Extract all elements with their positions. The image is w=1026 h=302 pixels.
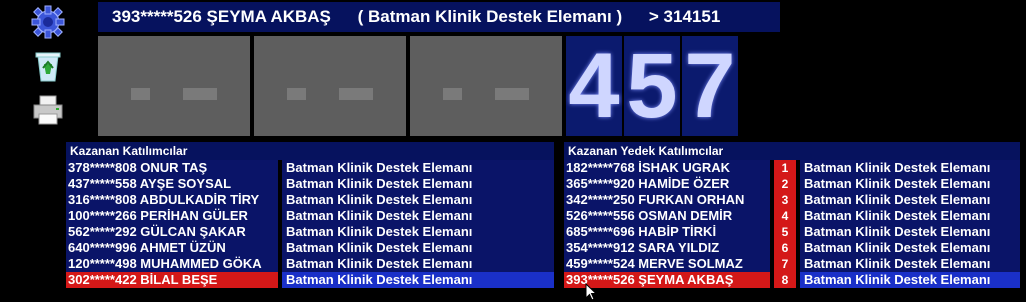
reserve-rank: 1 bbox=[774, 160, 796, 176]
participant-name: 182*****768 İSHAK UGRAK bbox=[564, 160, 770, 176]
table-row[interactable]: 562*****292 GÜLCAN ŞAKAR Batman Klinik De… bbox=[66, 224, 554, 240]
hidden-digit-box bbox=[462, 36, 562, 136]
participant-role: Batman Klinik Destek Elemanı bbox=[800, 224, 1020, 240]
hidden-digit-box bbox=[150, 36, 250, 136]
reserve-rank: 2 bbox=[774, 176, 796, 192]
reserve-rank: 6 bbox=[774, 240, 796, 256]
participant-name: 342*****250 FURKAN ORHAN bbox=[564, 192, 770, 208]
participant-role: Batman Klinik Destek Elemanı bbox=[800, 192, 1020, 208]
dash-placeholder bbox=[339, 88, 373, 100]
table-row[interactable]: 316*****808 ABDULKADİR TİRY Batman Klinik… bbox=[66, 192, 554, 208]
participant-name: 120*****498 MUHAMMED GÖKA bbox=[66, 256, 278, 272]
table-row[interactable]: 378*****808 ONUR TAŞ Batman Klinik Destek… bbox=[66, 160, 554, 176]
participant-role: Batman Klinik Destek Elemanı bbox=[800, 256, 1020, 272]
participant-role: Batman Klinik Destek Elemanı bbox=[800, 160, 1020, 176]
hidden-digit-box bbox=[306, 36, 406, 136]
reserves-panel: Kazanan Yedek Katılımcılar 182*****768 İ… bbox=[564, 142, 1020, 288]
winners-list: 378*****808 ONUR TAŞ Batman Klinik Destek… bbox=[66, 160, 554, 288]
current-winner-header: 393*****526 ŞEYMA AKBAŞ ( Batman Klinik … bbox=[98, 2, 780, 32]
participant-name: 378*****808 ONUR TAŞ bbox=[66, 160, 278, 176]
table-row[interactable]: 393*****526 ŞEYMA AKBAŞ 8 Batman Klinik De… bbox=[564, 272, 1020, 288]
participant-name: 562*****292 GÜLCAN ŞAKAR bbox=[66, 224, 278, 240]
table-row[interactable]: 640*****996 AHMET ÜZÜN Batman Klinik Dest… bbox=[66, 240, 554, 256]
participant-role: Batman Klinik Destek Elemanı bbox=[800, 176, 1020, 192]
participant-role: Batman Klinik Destek Elemanı bbox=[282, 160, 554, 176]
participant-name: 302*****422 BİLAL BEŞE bbox=[66, 272, 278, 288]
table-row[interactable]: 342*****250 FURKAN ORHAN 3 Batman Klinik D… bbox=[564, 192, 1020, 208]
table-row[interactable]: 354*****912 SARA YILDIZ 6 Batman Klinik De… bbox=[564, 240, 1020, 256]
winners-panel-title: Kazanan Katılımcılar bbox=[66, 142, 554, 160]
participant-role: Batman Klinik Destek Elemanı bbox=[800, 208, 1020, 224]
participant-name: 437*****558 AYŞE SOYSAL bbox=[66, 176, 278, 192]
table-row[interactable]: 120*****498 MUHAMMED GÖKA Batman Klinik D… bbox=[66, 256, 554, 272]
participant-name: 354*****912 SARA YILDIZ bbox=[564, 240, 770, 256]
drawn-digit: 7 bbox=[682, 36, 738, 136]
current-winner-name: 393*****526 ŞEYMA AKBAŞ bbox=[112, 7, 331, 26]
participant-role: Batman Klinik Destek Elemanı bbox=[800, 272, 1020, 288]
table-row[interactable]: 365*****920 HAMİDE ÖZER 2 Batman Klinik De… bbox=[564, 176, 1020, 192]
reserves-list: 182*****768 İSHAK UGRAK 1 Batman Klinik De… bbox=[564, 160, 1020, 288]
participant-role: Batman Klinik Destek Elemanı bbox=[282, 176, 554, 192]
current-winner-role: ( Batman Klinik Destek Elemanı ) bbox=[357, 7, 623, 26]
participant-name: 316*****808 ABDULKADİR TİRY bbox=[66, 192, 278, 208]
participant-name: 526*****556 OSMAN DEMİR bbox=[564, 208, 770, 224]
participant-role: Batman Klinik Destek Elemanı bbox=[282, 240, 554, 256]
table-row[interactable]: 526*****556 OSMAN DEMİR 4 Batman Klinik De… bbox=[564, 208, 1020, 224]
participant-role: Batman Klinik Destek Elemanı bbox=[282, 192, 554, 208]
reserve-rank: 5 bbox=[774, 224, 796, 240]
winners-panel: Kazanan Katılımcılar 378*****808 ONUR TA… bbox=[66, 142, 554, 288]
gear-icon[interactable] bbox=[30, 4, 66, 40]
drawn-digit: 5 bbox=[624, 36, 680, 136]
participant-role: Batman Klinik Destek Elemanı bbox=[800, 240, 1020, 256]
dash-placeholder bbox=[495, 88, 529, 100]
reserve-rank: 3 bbox=[774, 192, 796, 208]
table-row[interactable]: 302*****422 BİLAL BEŞE Batman Klinik Dest… bbox=[66, 272, 554, 288]
reserve-rank: 4 bbox=[774, 208, 796, 224]
participant-role: Batman Klinik Destek Elemanı bbox=[282, 256, 554, 272]
participant-name: 365*****920 HAMİDE ÖZER bbox=[564, 176, 770, 192]
dash-placeholder bbox=[183, 88, 217, 100]
participant-name: 685*****696 HABİP TİRKİ bbox=[564, 224, 770, 240]
reserves-panel-title: Kazanan Yedek Katılımcılar bbox=[564, 142, 1020, 160]
table-row[interactable]: 100*****266 PERİHAN GÜLER Batman Klinik D… bbox=[66, 208, 554, 224]
table-row[interactable]: 685*****696 HABİP TİRKİ 5 Batman Klinik De… bbox=[564, 224, 1020, 240]
participant-role: Batman Klinik Destek Elemanı bbox=[282, 272, 554, 288]
reserve-rank: 8 bbox=[774, 272, 796, 288]
table-row[interactable]: 459*****524 MERVE SOLMAZ 7 Batman Klinik D… bbox=[564, 256, 1020, 272]
participant-name: 640*****996 AHMET ÜZÜN bbox=[66, 240, 278, 256]
printer-icon[interactable] bbox=[30, 92, 66, 128]
participant-count: > 314151 bbox=[648, 7, 721, 26]
reserve-rank: 7 bbox=[774, 256, 796, 272]
participant-name: 459*****524 MERVE SOLMAZ bbox=[564, 256, 770, 272]
table-row[interactable]: 182*****768 İSHAK UGRAK 1 Batman Klinik De… bbox=[564, 160, 1020, 176]
mouse-cursor-icon bbox=[585, 283, 598, 301]
recycle-bin-icon[interactable] bbox=[30, 48, 66, 84]
participant-name: 100*****266 PERİHAN GÜLER bbox=[66, 208, 278, 224]
table-row[interactable]: 437*****558 AYŞE SOYSAL Batman Klinik Des… bbox=[66, 176, 554, 192]
participant-role: Batman Klinik Destek Elemanı bbox=[282, 208, 554, 224]
participant-role: Batman Klinik Destek Elemanı bbox=[282, 224, 554, 240]
drawn-digit: 4 bbox=[566, 36, 622, 136]
